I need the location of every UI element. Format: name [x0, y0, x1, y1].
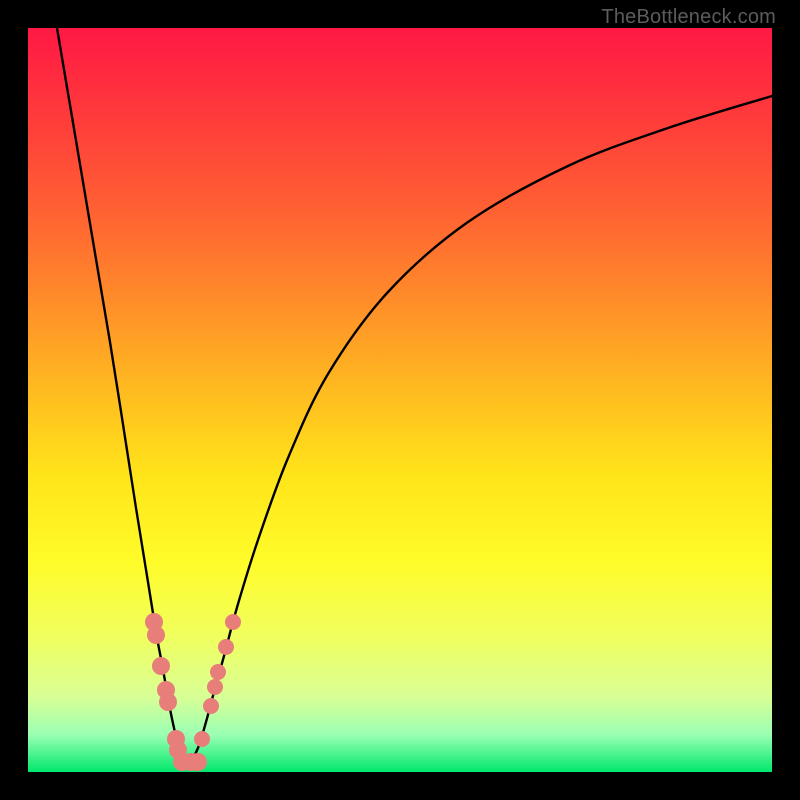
plot-area [28, 28, 772, 772]
chart-svg [28, 28, 772, 772]
marker-right-7 [225, 614, 241, 630]
marker-left-2 [152, 657, 170, 675]
marker-right-1 [189, 753, 207, 771]
marker-left-1 [147, 626, 165, 644]
marker-right-3 [203, 698, 219, 714]
watermark-text: TheBottleneck.com [601, 6, 776, 29]
marker-left-4 [159, 693, 177, 711]
marker-right-4 [207, 679, 223, 695]
marker-right-5 [210, 664, 226, 680]
bottleneck-curve [57, 28, 772, 767]
curve-left-branch [57, 28, 183, 764]
marker-dots [145, 613, 241, 771]
marker-right-6 [218, 639, 234, 655]
curve-right-branch [188, 96, 772, 767]
marker-right-2 [194, 731, 210, 747]
chart-frame: TheBottleneck.com [0, 0, 800, 800]
